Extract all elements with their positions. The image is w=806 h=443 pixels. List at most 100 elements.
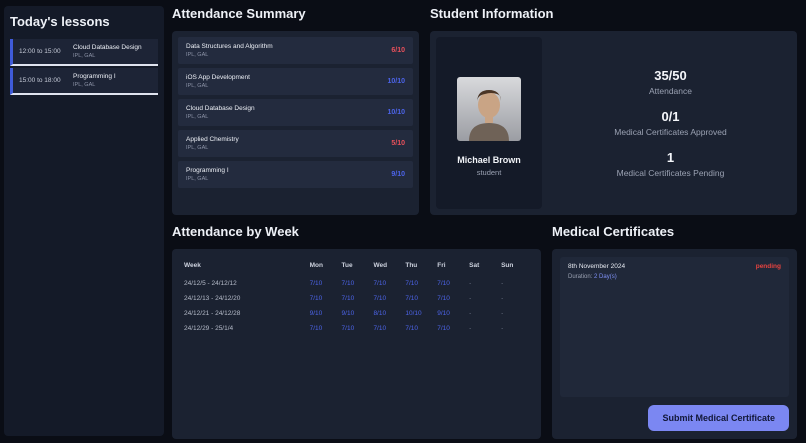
subject-name: Data Structures and Algorithm <box>186 43 273 50</box>
subject-tags: IPL, GAL <box>186 52 209 58</box>
column-header: Week <box>184 262 201 269</box>
table-header-row: Week Mon Tue Wed Thu Fri Sat Sun <box>182 259 531 276</box>
student-role: student <box>476 168 502 177</box>
attendance-cell: 7/10 <box>405 280 418 287</box>
attendance-by-week-panel: Week Mon Tue Wed Thu Fri Sat Sun 24/12/5… <box>172 249 541 439</box>
lesson-item[interactable]: 12:00 to 15:00 Cloud Database Design IPL… <box>10 39 158 66</box>
stat-attendance: 35/50 Attendance <box>649 68 692 96</box>
lesson-time: 15:00 to 18:00 <box>19 77 61 84</box>
lesson-tags: IPL, GAL <box>73 53 96 59</box>
attendance-cell: 7/10 <box>309 325 323 332</box>
lesson-name: Programming I <box>73 73 116 80</box>
subject-tags: IPL, GAL <box>186 83 209 89</box>
table-row: 24/12/5 - 24/12/12 7/10 7/10 7/10 7/10 7… <box>182 276 531 291</box>
subject-tags: IPL, GAL <box>186 114 209 120</box>
stat-label: Medical Certificates Pending <box>616 168 725 178</box>
subject-name: Programming I <box>186 167 229 174</box>
subject-attendance-row[interactable]: Data Structures and Algorithm IPL, GAL 6… <box>178 37 413 64</box>
student-name: Michael Brown <box>457 155 521 165</box>
subject-score: 5/10 <box>391 140 405 147</box>
subject-name: Cloud Database Design <box>186 105 255 112</box>
table-row: 24/12/29 - 25/1/4 7/10 7/10 7/10 7/10 7/… <box>182 321 531 336</box>
attendance-cell: - <box>501 295 504 302</box>
attendance-cell: 7/10 <box>405 295 418 302</box>
certificate-date: 8th November 2024 <box>568 263 626 270</box>
attendance-cell: 7/10 <box>309 295 323 302</box>
student-information-section: Student Information Michael Brown studen… <box>430 6 797 215</box>
stat-certificates-approved: 0/1 Medical Certificates Approved <box>614 109 726 137</box>
attendance-cell: - <box>469 310 472 317</box>
todays-lessons-sidebar: Today's lessons 12:00 to 15:00 Cloud Dat… <box>4 6 164 436</box>
column-header: Fri <box>437 262 446 269</box>
attendance-cell: 9/10 <box>309 310 323 317</box>
attendance-cell: 7/10 <box>341 295 355 302</box>
lesson-item[interactable]: 15:00 to 18:00 Programming I IPL, GAL <box>10 68 158 95</box>
student-photo-card: Michael Brown student <box>436 37 542 209</box>
subject-score: 6/10 <box>391 47 405 54</box>
lesson-time: 12:00 to 15:00 <box>19 48 61 55</box>
column-header: Thu <box>405 262 418 269</box>
attendance-by-week-section: Attendance by Week Week Mon Tue Wed Thu … <box>172 224 541 439</box>
subject-score: 9/10 <box>391 171 405 178</box>
certificate-duration: Duration: 2 Day(s) <box>568 274 617 280</box>
attendance-cell: 7/10 <box>373 295 387 302</box>
medical-certificates-panel: 8th November 2024 Duration: 2 Day(s) pen… <box>552 249 797 439</box>
subject-attendance-row[interactable]: Applied Chemistry IPL, GAL 5/10 <box>178 130 413 157</box>
subject-score: 10/10 <box>387 78 405 85</box>
column-header: Wed <box>373 262 388 269</box>
certificate-duration-value: 2 Day(s) <box>594 274 617 280</box>
attendance-summary-section: Attendance Summary Data Structures and A… <box>172 6 419 215</box>
attendance-cell: - <box>501 325 504 332</box>
medical-certificates-title: Medical Certificates <box>552 224 675 239</box>
attendance-cell: 7/10 <box>437 325 450 332</box>
certificate-list: 8th November 2024 Duration: 2 Day(s) pen… <box>560 257 789 397</box>
week-range: 24/12/29 - 25/1/4 <box>184 325 234 332</box>
attendance-summary-title: Attendance Summary <box>172 6 306 21</box>
sidebar-title: Today's lessons <box>10 14 110 29</box>
attendance-cell: 10/10 <box>405 310 422 317</box>
student-photo <box>457 77 521 141</box>
medical-certificates-section: Medical Certificates 8th November 2024 D… <box>552 224 797 439</box>
attendance-cell: - <box>469 280 472 287</box>
attendance-cell: 7/10 <box>373 280 387 287</box>
attendance-cell: 7/10 <box>373 325 387 332</box>
student-stats: 35/50 Attendance 0/1 Medical Certificate… <box>550 37 791 209</box>
stat-certificates-pending: 1 Medical Certificates Pending <box>617 150 725 178</box>
attendance-cell: 7/10 <box>309 280 323 287</box>
attendance-cell: 9/10 <box>341 310 355 317</box>
attendance-cell: 7/10 <box>437 280 450 287</box>
subject-tags: IPL, GAL <box>186 176 209 182</box>
attendance-by-week-title: Attendance by Week <box>172 224 299 239</box>
subject-tags: IPL, GAL <box>186 145 209 151</box>
certificate-item[interactable]: 8th November 2024 Duration: 2 Day(s) pen… <box>568 263 781 280</box>
subject-attendance-row[interactable]: iOS App Development IPL, GAL 10/10 <box>178 68 413 95</box>
stat-value: 1 <box>666 150 675 165</box>
stat-value: 35/50 <box>654 68 687 83</box>
attendance-cell: - <box>469 325 472 332</box>
column-header: Mon <box>309 262 323 269</box>
attendance-cell: 7/10 <box>437 295 450 302</box>
subject-score: 10/10 <box>387 109 405 116</box>
attendance-cell: 7/10 <box>405 325 418 332</box>
attendance-cell: 7/10 <box>341 325 355 332</box>
column-header: Sat <box>469 262 480 269</box>
subject-name: Applied Chemistry <box>186 136 239 143</box>
stat-label: Medical Certificates Approved <box>614 127 727 137</box>
stat-value: 0/1 <box>661 109 680 124</box>
subject-attendance-row[interactable]: Programming I IPL, GAL 9/10 <box>178 161 413 188</box>
attendance-summary-panel: Data Structures and Algorithm IPL, GAL 6… <box>172 31 419 215</box>
stat-label: Attendance <box>648 86 692 96</box>
column-header: Sun <box>501 262 514 269</box>
certificate-status-badge: pending <box>755 263 781 270</box>
column-header: Tue <box>341 262 353 269</box>
student-information-title: Student Information <box>430 6 554 21</box>
submit-medical-certificate-button[interactable]: Submit Medical Certificate <box>648 405 789 431</box>
week-range: 24/12/13 - 24/12/20 <box>184 295 241 302</box>
week-range: 24/12/21 - 24/12/28 <box>184 310 241 317</box>
attendance-cell: - <box>501 310 504 317</box>
table-row: 24/12/21 - 24/12/28 9/10 9/10 8/10 10/10… <box>182 306 531 321</box>
week-range: 24/12/5 - 24/12/12 <box>184 280 237 287</box>
subject-attendance-row[interactable]: Cloud Database Design IPL, GAL 10/10 <box>178 99 413 126</box>
attendance-cell: 8/10 <box>373 310 387 317</box>
attendance-cell: - <box>501 280 504 287</box>
